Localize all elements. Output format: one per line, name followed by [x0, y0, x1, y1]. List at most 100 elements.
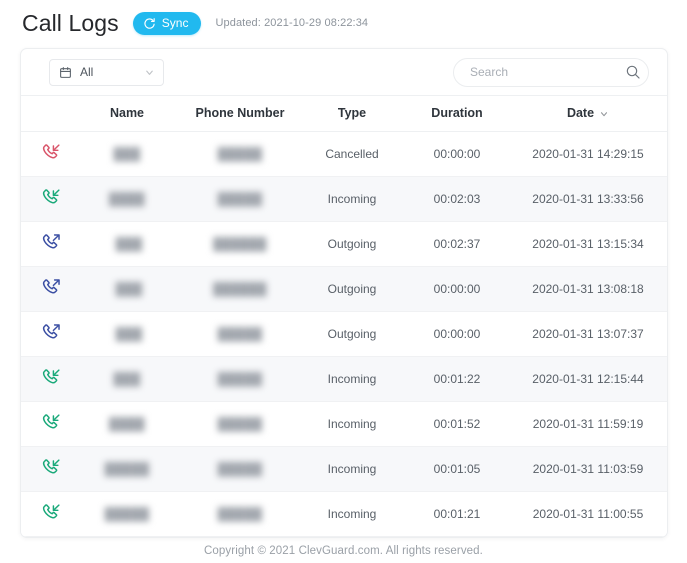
chevron-down-icon[interactable] [599, 109, 609, 119]
cell-duration: 00:01:22 [405, 356, 509, 402]
cell-phone: █████ [181, 446, 299, 492]
cell-type: Incoming [299, 401, 405, 447]
cell-phone: ██████ [181, 266, 299, 312]
table-toolbar: All [21, 49, 667, 95]
table-row[interactable]: ███ █████ Outgoing 00:00:00 2020-01-31 13:… [21, 311, 667, 357]
cell-phone: █████ [181, 356, 299, 402]
calendar-icon [59, 66, 72, 79]
search-input[interactable] [470, 65, 625, 79]
column-header-phone-label: Phone Number [195, 106, 285, 120]
search-icon[interactable] [625, 64, 641, 80]
cell-duration: 00:02:03 [405, 176, 509, 222]
cell-date-text: 2020-01-31 13:08:18 [532, 282, 644, 296]
table-row[interactable]: █████ █████ Incoming 00:01:21 2020-01-31 1… [21, 491, 667, 537]
search-box[interactable] [453, 57, 649, 87]
masked-name: ███ [109, 147, 145, 161]
cell-duration: 00:00:00 [405, 311, 509, 357]
masked-phone: █████ [214, 327, 266, 341]
cell-date-text: 2020-01-31 13:07:37 [532, 327, 644, 341]
cell-date: 2020-01-31 11:03:59 [509, 446, 667, 492]
column-header-icon [21, 95, 73, 132]
cell-duration: 00:02:37 [405, 221, 509, 267]
call-logs-page: Call Logs Sync Updated: 2021-10-29 08:22… [0, 0, 687, 563]
cell-type-text: Outgoing [327, 327, 377, 341]
call-incoming-icon [41, 412, 62, 433]
call-type-icon-cell [21, 401, 73, 447]
table-row[interactable]: ████ █████ Incoming 00:02:03 2020-01-31 13… [21, 176, 667, 222]
table-row[interactable]: ████ █████ Incoming 00:01:52 2020-01-31 11… [21, 401, 667, 447]
call-type-icon-cell [21, 176, 73, 222]
call-type-icon-cell [21, 131, 73, 177]
masked-phone: █████ [214, 462, 266, 476]
call-type-icon-cell [21, 491, 73, 537]
masked-phone: █████ [214, 372, 266, 386]
cell-duration: 00:01:21 [405, 491, 509, 537]
refresh-icon [143, 17, 156, 30]
cell-date: 2020-01-31 13:33:56 [509, 176, 667, 222]
cell-date-text: 2020-01-31 13:33:56 [532, 192, 644, 206]
cell-duration-text: 00:02:03 [433, 192, 481, 206]
cell-phone: █████ [181, 131, 299, 177]
column-header-name[interactable]: Name [73, 95, 181, 132]
cell-type: Outgoing [299, 221, 405, 267]
cell-duration-text: 00:01:05 [433, 462, 481, 476]
cell-duration-text: 00:01:22 [433, 372, 481, 386]
cell-date: 2020-01-31 11:59:19 [509, 401, 667, 447]
masked-name: ███ [109, 372, 145, 386]
cell-duration: 00:00:00 [405, 266, 509, 312]
cell-name: ███ [73, 221, 181, 267]
masked-name: ███ [112, 237, 147, 251]
cell-date-text: 2020-01-31 11:00:55 [532, 507, 644, 521]
cell-duration-text: 00:02:37 [433, 237, 481, 251]
cell-type: Cancelled [299, 131, 405, 177]
column-header-phone[interactable]: Phone Number [181, 95, 299, 132]
call-logs-table: Name Phone Number Type Duration Date ███… [21, 95, 667, 537]
column-header-type-label: Type [337, 106, 367, 120]
masked-name: █████ [101, 462, 153, 476]
column-header-type[interactable]: Type [299, 95, 405, 132]
cell-date: 2020-01-31 11:00:55 [509, 491, 667, 537]
table-row[interactable]: ███ █████ Cancelled 00:00:00 2020-01-31 14… [21, 131, 667, 177]
masked-name: ████ [105, 192, 149, 206]
cell-type: Incoming [299, 491, 405, 537]
cell-date: 2020-01-31 13:08:18 [509, 266, 667, 312]
table-header-row: Name Phone Number Type Duration Date [21, 95, 667, 132]
call-outgoing-icon [41, 322, 62, 343]
table-row[interactable]: ███ ██████ Outgoing 00:02:37 2020-01-31 13… [21, 221, 667, 267]
table-row[interactable]: ███ ██████ Outgoing 00:00:00 2020-01-31 13… [21, 266, 667, 312]
column-header-date[interactable]: Date [509, 95, 667, 132]
cell-type-text: Incoming [327, 507, 377, 521]
cell-name: █████ [73, 446, 181, 492]
page-header: Call Logs Sync Updated: 2021-10-29 08:22… [0, 0, 687, 48]
column-header-duration[interactable]: Duration [405, 95, 509, 132]
footer: Copyright © 2021 ClevGuard.com. All righ… [0, 538, 687, 563]
cell-duration: 00:01:52 [405, 401, 509, 447]
date-filter-select[interactable]: All [49, 58, 164, 86]
call-logs-card: All Search Name Phone Number Type Durati… [20, 48, 668, 538]
masked-phone: █████ [214, 192, 266, 206]
masked-name: ███ [112, 282, 147, 296]
cell-type-text: Incoming [327, 372, 377, 386]
cell-date: 2020-01-31 13:15:34 [509, 221, 667, 267]
call-type-icon-cell [21, 266, 73, 312]
masked-phone: ██████ [209, 237, 271, 251]
masked-phone: █████ [214, 417, 266, 431]
cell-duration-text: 00:00:00 [433, 327, 481, 341]
call-logs-table-wrap: Name Phone Number Type Duration Date ███… [21, 95, 667, 537]
cell-date-text: 2020-01-31 11:03:59 [532, 462, 644, 476]
call-incoming-icon [41, 502, 62, 523]
table-row[interactable]: ███ █████ Incoming 00:01:22 2020-01-31 12:… [21, 356, 667, 402]
cell-date: 2020-01-31 12:15:44 [509, 356, 667, 402]
cell-date-text: 2020-01-31 11:59:19 [532, 417, 644, 431]
cell-name: ████ [73, 176, 181, 222]
cell-type-text: Outgoing [327, 237, 377, 251]
masked-name: ███ [112, 327, 147, 341]
cell-date-text: 2020-01-31 13:15:34 [532, 237, 644, 251]
cell-type-text: Incoming [327, 417, 377, 431]
last-updated-text: Updated: 2021-10-29 08:22:34 [215, 17, 369, 29]
cell-type: Incoming [299, 446, 405, 492]
table-body: ███ █████ Cancelled 00:00:00 2020-01-31 14… [21, 131, 667, 537]
table-row[interactable]: █████ █████ Incoming 00:01:05 2020-01-31 1… [21, 446, 667, 492]
sync-button[interactable]: Sync [132, 11, 202, 35]
cell-phone: █████ [181, 491, 299, 537]
